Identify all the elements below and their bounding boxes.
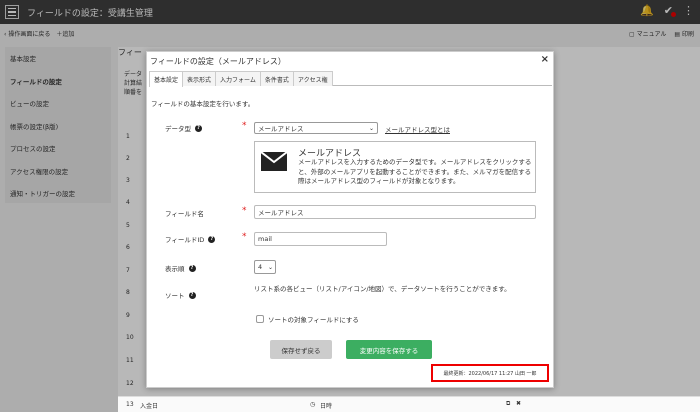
help-icon[interactable]: ? (188, 291, 196, 299)
display-order-value: 4 (258, 263, 263, 271)
field-id-label-text: フィールドID (165, 236, 205, 244)
display-order-select[interactable]: 4 ⌄ (254, 260, 276, 274)
copy-icon[interactable]: ⧉ (506, 400, 510, 408)
delete-icon[interactable]: ✖ (516, 400, 521, 407)
data-type-info-text: メールアドレスを入力するためのデータ型です。メールアドレスをクリックすると、外部… (298, 158, 532, 185)
sort-description: リスト系の各ビュー（リスト/アイコン/地図）で、データソートを行うことができます… (254, 285, 511, 293)
last-updated: 最終更新：2022/06/17 11:27 山田 一郎 (431, 364, 549, 382)
help-icon[interactable]: ? (188, 264, 196, 272)
data-type-help-link[interactable]: メールアドレス型とは (385, 124, 450, 134)
required-mark: * (242, 206, 247, 216)
dialog-title: フィールドの設定（メールアドレス） (150, 57, 286, 66)
display-order-label-text: 表示順 (165, 265, 185, 273)
checkbox-box[interactable] (256, 315, 264, 323)
chevron-down-icon: ⌄ (267, 263, 273, 271)
field-name-input[interactable]: メールアドレス (254, 205, 536, 219)
field-id-label: フィールドID? (165, 234, 216, 244)
data-type-label: データ型? (165, 123, 202, 133)
required-mark: * (242, 232, 247, 242)
close-icon[interactable]: × (541, 54, 549, 65)
required-mark: * (242, 121, 247, 131)
help-icon[interactable]: ? (208, 235, 216, 243)
tab-basic[interactable]: 基本設定 (149, 71, 184, 87)
field-name-label: フィールド名 (165, 208, 204, 218)
data-type-label-text: データ型 (165, 125, 191, 133)
sort-checkbox[interactable]: ソートの対象フィールドにする (256, 314, 359, 324)
sort-label: ソート? (165, 290, 196, 300)
cancel-button[interactable]: 保存せず戻る (270, 340, 332, 359)
tab-conditional[interactable]: 条件書式 (259, 71, 294, 86)
field-id-input[interactable]: mail (254, 232, 387, 246)
dialog-tabs: 基本設定 表示形式 入力フォーム 条件書式 アクセス権 (149, 71, 552, 87)
chevron-down-icon: ⌄ (368, 124, 374, 132)
tab-input-form[interactable]: 入力フォーム (215, 71, 261, 86)
sort-label-text: ソート (165, 292, 185, 300)
tab-display[interactable]: 表示形式 (182, 71, 217, 86)
table-row-last[interactable]: 13 入金日 ◷ 日時 ⧉ ✖ (118, 396, 700, 412)
row-name: 入金日 (140, 403, 159, 410)
mail-icon (261, 152, 287, 171)
clock-icon: ◷ (310, 401, 316, 408)
field-name-label-text: フィールド名 (165, 210, 204, 218)
data-type-select[interactable]: メールアドレス ⌄ (254, 122, 378, 134)
field-settings-dialog: フィールドの設定（メールアドレス） × 基本設定 表示形式 入力フォーム 条件書… (146, 51, 554, 388)
tab-access[interactable]: アクセス権 (292, 71, 333, 86)
dialog-description: フィールドの基本設定を行います。 (151, 100, 255, 108)
row-type: 日時 (320, 403, 333, 410)
data-type-value: メールアドレス (258, 125, 304, 133)
save-button[interactable]: 変更内容を保存する (346, 340, 432, 359)
sort-checkbox-label: ソートの対象フィールドにする (268, 316, 359, 324)
row-number: 13 (126, 401, 134, 408)
help-icon[interactable]: ? (195, 124, 202, 132)
app-window: フィールドの設定：受講生管理 🔔 ✔ ⋮ ‹ 操作画面に戻る ＋追加 ▢ マニュ… (0, 0, 700, 412)
data-type-info-box: メールアドレス メールアドレスを入力するためのデータ型です。メールアドレスをクリ… (254, 141, 536, 193)
display-order-label: 表示順? (165, 263, 196, 273)
